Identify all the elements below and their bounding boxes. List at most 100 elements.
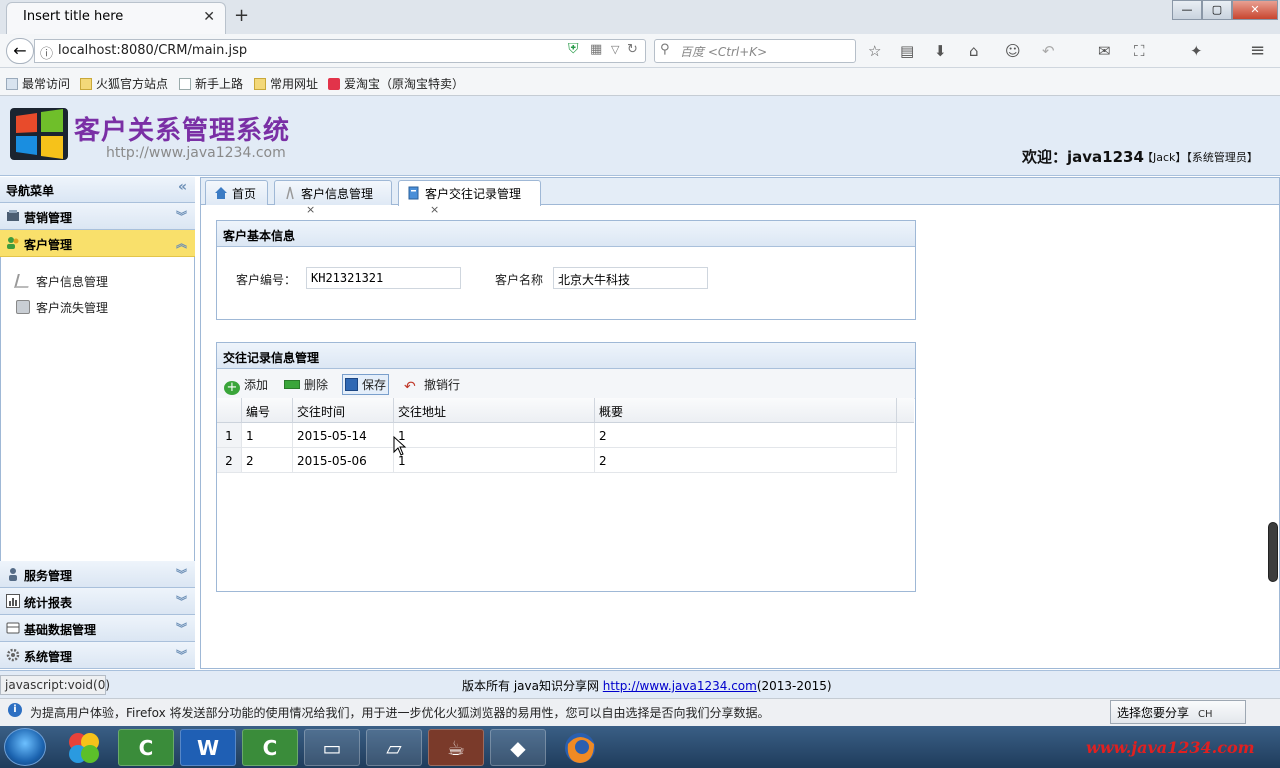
sidebar-item-customer-loss[interactable]: 客户流失管理 xyxy=(16,299,108,316)
firefox-icon[interactable] xyxy=(560,730,600,766)
chevron-up-icon: ︽ xyxy=(176,237,187,250)
taobao-icon xyxy=(328,78,340,90)
crop-icon[interactable]: ⛶ xyxy=(1134,42,1145,60)
row-number: 2 xyxy=(217,448,242,473)
user-role: 【Jack】【系统管理员】 xyxy=(1142,151,1258,164)
chevron-down-icon: ︾ xyxy=(176,595,187,608)
windows-start-icon[interactable] xyxy=(4,728,46,766)
close-tab-icon[interactable]: × xyxy=(306,203,315,216)
scrollbar-thumb[interactable] xyxy=(1268,522,1278,582)
dropdown-arrow-icon[interactable]: ▽ xyxy=(611,43,619,56)
customer-name-field[interactable]: 北京大牛科技 xyxy=(553,267,708,289)
tab-customer-info[interactable]: 客户信息管理× xyxy=(274,180,392,216)
undo-icon[interactable]: ↶ xyxy=(1042,42,1055,60)
row-number-header xyxy=(217,398,242,423)
sidebar-section-system[interactable]: 系统管理 ︾ xyxy=(0,642,195,669)
site-info-icon[interactable]: ⓘ xyxy=(40,43,53,62)
picture-app-icon[interactable] xyxy=(64,730,104,766)
minimize-button[interactable]: — xyxy=(1172,0,1202,20)
extension-icon[interactable]: ✦ xyxy=(1190,42,1203,60)
window-close-button[interactable]: ✕ xyxy=(1232,0,1278,20)
folder-icon[interactable]: ▭ xyxy=(304,729,360,766)
search-placeholder[interactable]: 百度 <Ctrl+K> xyxy=(680,43,767,60)
url-text[interactable]: localhost:8080/CRM/main.jsp xyxy=(58,43,247,58)
copyright-text: 版本所有 java知识分享网 http://www.java1234.com(2… xyxy=(462,679,832,693)
bookmark-getting-started[interactable]: 新手上路 xyxy=(179,75,243,92)
sidebar-item-customer-info[interactable]: 客户信息管理 xyxy=(14,273,108,290)
new-tab-button[interactable]: + xyxy=(234,5,249,26)
document-icon xyxy=(408,186,419,200)
mouse-cursor-icon xyxy=(393,436,407,456)
table-cell-address[interactable]: 1 xyxy=(394,448,595,473)
collapse-sidebar-icon[interactable]: « xyxy=(178,179,187,195)
column-header-date[interactable]: 交往时间 xyxy=(293,398,394,423)
chat-icon[interactable]: ☺ xyxy=(1005,42,1021,60)
status-url: javascript:void(0) xyxy=(0,675,110,695)
home-icon[interactable]: ⌂ xyxy=(969,42,979,60)
info-icon: i xyxy=(8,703,22,717)
tab-home[interactable]: 首页 xyxy=(205,180,268,205)
close-tab-icon[interactable]: × xyxy=(430,203,439,216)
reload-icon[interactable]: ↻ xyxy=(627,42,638,57)
save-button[interactable]: 保存 xyxy=(342,374,390,395)
undo-row-button[interactable]: ↶ 撤销行 xyxy=(404,376,460,395)
column-header-summary[interactable]: 概要 xyxy=(595,398,897,423)
table-cell-id[interactable]: 2 xyxy=(242,448,293,473)
star-bookmark-icon[interactable]: ☆ xyxy=(868,42,881,60)
java-ee-icon[interactable]: ☕ xyxy=(428,729,484,766)
copyright-link[interactable]: http://www.java1234.com xyxy=(603,679,757,693)
taskbar-camtasia-2[interactable]: C xyxy=(242,729,298,766)
delete-button[interactable]: 删除 xyxy=(284,376,328,393)
tab-contact-records[interactable]: 客户交往记录管理× xyxy=(398,180,541,216)
sidebar-section-customer[interactable]: 客户管理 ︽ xyxy=(0,230,195,257)
table-cell-address[interactable]: 1 xyxy=(394,423,595,448)
bookmark-most-visited[interactable]: 最常访问 xyxy=(6,75,70,92)
sidebar-title: 导航菜单 « xyxy=(0,177,195,203)
customer-loss-icon xyxy=(16,300,30,314)
language-indicator[interactable]: CH xyxy=(1198,709,1213,720)
back-arrow-icon[interactable]: ← xyxy=(6,38,34,64)
add-button[interactable]: + 添加 xyxy=(224,376,268,395)
taskbar-word[interactable]: W xyxy=(180,729,236,766)
download-icon[interactable]: ⬇ xyxy=(934,42,947,60)
customer-info-icon xyxy=(14,274,32,288)
column-header-address[interactable]: 交往地址 xyxy=(394,398,595,423)
qrcode-icon[interactable]: ▦ xyxy=(590,42,602,57)
column-header-id[interactable]: 编号 xyxy=(242,398,293,423)
customer-code-field[interactable]: KH21321321 xyxy=(306,267,461,289)
sidebar-section-marketing[interactable]: 营销管理 ︾ xyxy=(0,203,195,230)
customer-icon xyxy=(7,237,19,249)
database-icon xyxy=(6,622,20,634)
reading-list-icon[interactable]: ▤ xyxy=(900,42,914,60)
mysql-icon[interactable]: ◆ xyxy=(490,729,546,766)
sidebar-section-base-data[interactable]: 基础数据管理 ︾ xyxy=(0,615,195,642)
delete-icon xyxy=(284,380,300,389)
speech-bubble-icon[interactable]: ✉ xyxy=(1098,42,1111,60)
notepad-icon[interactable]: ▱ xyxy=(366,729,422,766)
bookmark-common-sites[interactable]: 常用网址 xyxy=(254,75,318,92)
share-choice-button[interactable]: 选择您要分享 xyxy=(1110,700,1246,724)
gear-icon xyxy=(6,648,20,662)
bookmark-firefox-site[interactable]: 火狐官方站点 xyxy=(80,75,168,92)
bookmark-icon xyxy=(6,78,18,90)
close-tab-icon[interactable]: ✕ xyxy=(203,9,215,25)
browser-tab[interactable]: Insert title here ✕ xyxy=(6,2,226,34)
sidebar-section-service[interactable]: 服务管理 ︾ xyxy=(0,561,195,588)
table-cell-id[interactable]: 1 xyxy=(242,423,293,448)
sidebar-section-reports[interactable]: 统计报表 ︾ xyxy=(0,588,195,615)
customer-info-icon xyxy=(286,186,294,200)
table-cell-date[interactable]: 2015-05-14 xyxy=(293,423,394,448)
maximize-button[interactable]: ▢ xyxy=(1202,0,1232,20)
menu-icon[interactable]: ≡ xyxy=(1250,40,1265,61)
folder-icon xyxy=(254,78,266,90)
taskbar-camtasia[interactable]: C xyxy=(118,729,174,766)
shield-icon[interactable]: ⛨ xyxy=(568,41,579,57)
chevron-down-icon: ︾ xyxy=(176,210,187,223)
folder-icon xyxy=(80,78,92,90)
search-icon: ⚲ xyxy=(660,42,670,57)
table-cell-summary[interactable]: 2 xyxy=(595,448,897,473)
table-cell-date[interactable]: 2015-05-06 xyxy=(293,448,394,473)
browser-tab-title: Insert title here xyxy=(23,9,124,24)
table-cell-summary[interactable]: 2 xyxy=(595,423,897,448)
bookmark-taobao[interactable]: 爱淘宝（原淘宝特卖） xyxy=(328,75,464,92)
